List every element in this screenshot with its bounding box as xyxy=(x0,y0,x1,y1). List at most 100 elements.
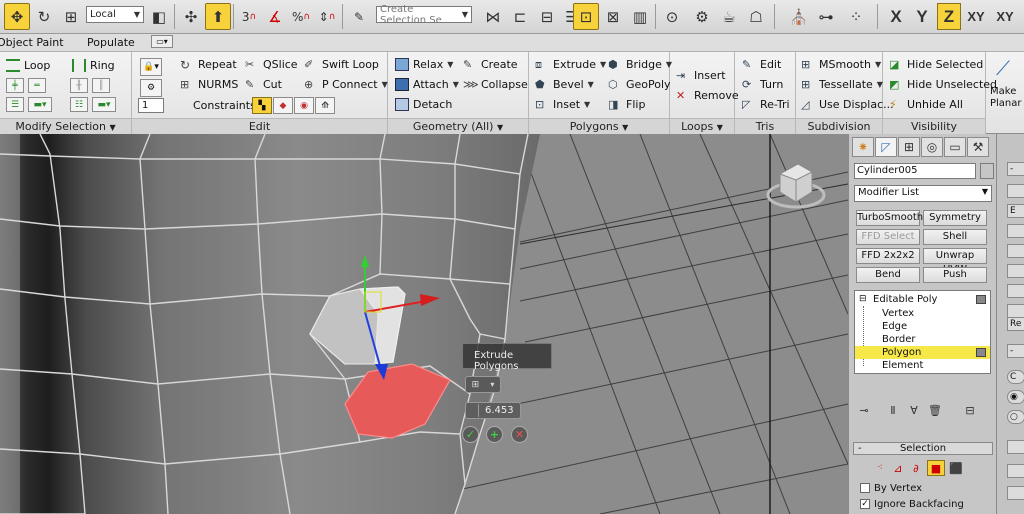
strip-button[interactable] xyxy=(1007,224,1024,238)
spinner-snap-icon[interactable]: ⇕ ∩ xyxy=(314,3,340,30)
loop-mode-icon[interactable]: ☰ xyxy=(6,97,24,112)
bridge-button[interactable]: ⬢ Bridge ▼ xyxy=(608,55,672,73)
configure-modifier-sets-icon[interactable]: ⊟ xyxy=(961,402,979,418)
ring-mode-icon[interactable]: ☷ xyxy=(70,97,88,112)
strip-button[interactable] xyxy=(1007,440,1024,454)
grid-icon[interactable]: ⁘ xyxy=(843,3,869,30)
push-button[interactable]: Push xyxy=(923,267,987,283)
ffd-2x2x2-button[interactable]: FFD 2x2x2 xyxy=(856,248,920,264)
stack-level-element[interactable]: Element xyxy=(855,359,990,372)
extrude-button[interactable]: ⧈ Extrude ▼ xyxy=(535,55,606,73)
ribbon-minimize-icon[interactable]: ▭▾ xyxy=(151,35,173,48)
constraint-edge-icon[interactable]: ◆ xyxy=(273,97,293,114)
axis-xy-button[interactable]: XY xyxy=(964,3,988,30)
attach-button[interactable]: Attach ▼ xyxy=(395,75,459,93)
bevel-button[interactable]: ⬟ Bevel ▼ xyxy=(535,75,594,93)
tab-object-paint[interactable]: Object Paint xyxy=(0,36,64,49)
cancel-x-icon[interactable]: ✕ xyxy=(511,426,528,443)
percent-snap-icon[interactable]: % ∩ xyxy=(288,3,314,30)
ring-options-icon[interactable]: ▬▾ xyxy=(92,97,116,112)
ignore-backfacing-checkbox[interactable]: ✓ Ignore Backfacing xyxy=(860,497,964,511)
view-cube[interactable] xyxy=(766,163,826,209)
polygon-mode-icon[interactable]: ■ xyxy=(927,460,945,476)
perspective-viewport[interactable]: Extrude Polygons ⊞ ▾ 6.453 ✓ + ✕ xyxy=(0,134,848,514)
select-move-icon[interactable]: ✥ xyxy=(4,3,30,30)
relax-button[interactable]: Relax ▼ xyxy=(395,55,453,73)
pin-stack-icon[interactable]: ⊸ xyxy=(855,402,873,418)
stack-level-border[interactable]: Border xyxy=(855,333,990,346)
strip-button[interactable]: E xyxy=(1007,204,1024,218)
strip-button[interactable] xyxy=(1007,464,1024,478)
panel-footer-modify-selection[interactable]: Modify Selection ▼ xyxy=(0,118,131,134)
pivot-center-icon[interactable]: ◧ xyxy=(146,3,172,30)
tessellate-button[interactable]: ⊞ Tessellate ▼ xyxy=(801,75,883,93)
selection-rollout-header[interactable]: - Selection xyxy=(853,442,993,455)
collapse-button[interactable]: ⋙ Collapse xyxy=(463,75,528,93)
keyboard-shortcut-override-icon[interactable]: ⬆ xyxy=(205,3,231,30)
inset-button[interactable]: ⊡ Inset ▼ xyxy=(535,95,590,113)
angle-snap-icon[interactable]: ∡ xyxy=(262,3,288,30)
retri-button[interactable]: ◸ Re-Tri xyxy=(742,95,790,113)
schematic-view-icon[interactable]: ⊙ xyxy=(659,3,685,30)
axis-y-button[interactable]: Y xyxy=(910,3,934,30)
modifier-list-dropdown[interactable]: Modifier List ▼ xyxy=(854,185,992,202)
curve-editor-icon[interactable]: ▥ xyxy=(627,3,653,30)
strip-collapse-button[interactable]: - xyxy=(1007,344,1024,358)
vertex-mode-icon[interactable]: ⁖ xyxy=(871,460,889,476)
by-vertex-checkbox[interactable]: By Vertex xyxy=(860,481,922,495)
remove-modifier-icon[interactable]: 🗑 xyxy=(926,402,944,418)
constraint-normal-icon[interactable]: ⟰ xyxy=(315,97,335,114)
shell-button[interactable]: Shell xyxy=(923,229,987,245)
render-setup-icon[interactable]: ☕ xyxy=(716,3,742,30)
utilities-tab-icon[interactable]: ⚒ xyxy=(967,137,989,157)
grow-loop-icon[interactable]: ╪ xyxy=(6,78,24,93)
unwrap-uvw-button[interactable]: Unwrap UVW xyxy=(923,248,987,275)
snaps-toggle-icon[interactable]: 3 ∩ xyxy=(236,3,262,30)
constraint-face-icon[interactable]: ◉ xyxy=(294,97,314,114)
axis-x-button[interactable]: X xyxy=(884,3,908,30)
apply-plus-icon[interactable]: + xyxy=(486,426,503,443)
cut-button[interactable]: ✎ Cut xyxy=(245,75,282,93)
unhide-all-button[interactable]: ⚡ Unhide All xyxy=(889,95,963,113)
align-icon[interactable]: ⊏ xyxy=(507,3,533,30)
preserve-uvs-icon[interactable]: 🔒▾ xyxy=(140,58,162,76)
strip-button[interactable] xyxy=(1007,284,1024,298)
select-rotate-icon[interactable]: ↻ xyxy=(31,3,57,30)
msmooth-button[interactable]: ⊞ MSmooth ▼ xyxy=(801,55,881,73)
extrude-type-dropdown[interactable]: ⊞ ▾ xyxy=(465,376,501,393)
qslice-button[interactable]: ✂ QSlice xyxy=(245,55,298,73)
loop-button[interactable]: Loop xyxy=(6,56,50,74)
shrink-ring-icon[interactable]: ║ xyxy=(92,78,110,93)
symmetry-button[interactable]: Symmetry xyxy=(923,210,987,226)
turn-button[interactable]: ⟳ Turn xyxy=(742,75,783,93)
render-frame-icon[interactable]: ☖ xyxy=(743,3,769,30)
stack-level-vertex[interactable]: Vertex xyxy=(855,307,990,320)
panel-footer-polygons[interactable]: Polygons ▼ xyxy=(529,118,669,134)
element-mode-icon[interactable]: ⬛ xyxy=(947,460,965,476)
remove-loop-button[interactable]: ✕ Remove xyxy=(676,86,739,104)
strip-radio[interactable]: ○ xyxy=(1007,410,1024,424)
make-unique-icon[interactable]: ∀ xyxy=(905,402,923,418)
edit-tris-button[interactable]: ✎ Edit xyxy=(742,55,781,73)
make-planar-icon[interactable]: ⟋ xyxy=(996,56,1010,80)
axis-xy-cycle-button[interactable]: XY xyxy=(993,3,1017,30)
reference-coord-dropdown[interactable]: Local ▼ xyxy=(86,6,144,23)
bend-button[interactable]: Bend xyxy=(856,267,920,283)
extrude-height-field[interactable]: 6.453 xyxy=(465,402,521,419)
strip-button[interactable] xyxy=(1007,304,1024,318)
display-tab-icon[interactable]: ▭ xyxy=(944,137,966,157)
grow-ring-icon[interactable]: ╫ xyxy=(70,78,88,93)
motion-tab-icon[interactable]: ◎ xyxy=(921,137,943,157)
ffd-select-button[interactable]: FFD Select xyxy=(856,229,920,245)
flip-button[interactable]: ◨ Flip xyxy=(608,95,645,113)
constraint-none-icon[interactable]: ▚ xyxy=(252,97,272,114)
show-end-result-icon[interactable]: Ⅱ xyxy=(884,402,902,418)
hierarchy-tab-icon[interactable]: ⊞ xyxy=(898,137,920,157)
geopoly-button[interactable]: ⬡ GeoPoly xyxy=(608,75,671,93)
edit-named-selection-icon[interactable]: ✎ xyxy=(346,3,372,30)
timeline-icon[interactable]: ⊶ xyxy=(813,3,839,30)
iterations-spinner[interactable]: 1 xyxy=(138,98,164,113)
strip-button[interactable] xyxy=(1007,184,1024,198)
strip-button[interactable] xyxy=(1007,264,1024,278)
graphite-tools-icon[interactable]: ⊠ xyxy=(600,3,626,30)
